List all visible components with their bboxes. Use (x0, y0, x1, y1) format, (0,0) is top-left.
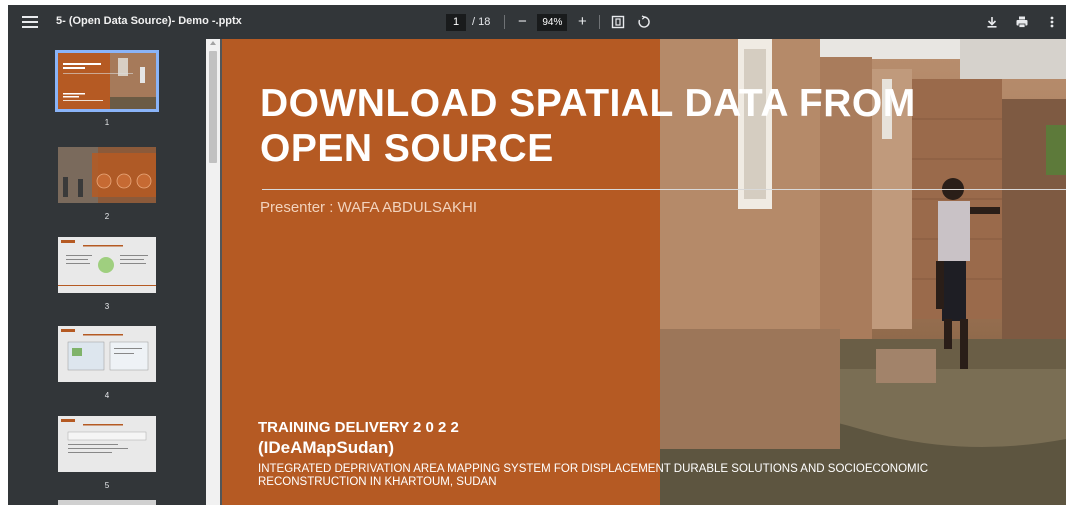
thumbnail-image (58, 416, 156, 472)
sidebar-scrollbar[interactable] (206, 39, 220, 505)
thumbnail-item-1[interactable]: 1 (8, 39, 206, 129)
slide-divider (262, 189, 1066, 190)
scroll-up-arrow-icon[interactable] (210, 41, 216, 45)
divider (504, 15, 506, 29)
thumbnail-label: 5 (104, 481, 110, 490)
hamburger-menu-icon[interactable] (22, 14, 38, 30)
thumbnail-label: 2 (104, 212, 110, 221)
thumbnail-item-2[interactable]: 2 (8, 139, 206, 224)
thumbnail-image (58, 147, 156, 203)
thumbnail-label: 3 (104, 302, 110, 311)
thumbnail-partial (58, 500, 156, 505)
thumbnail-label: 4 (104, 391, 110, 400)
page-total: / 18 (472, 16, 491, 28)
scrollbar-thumb[interactable] (209, 51, 217, 163)
slide-presenter: Presenter : WAFA ABDULSAKHI (260, 199, 478, 216)
thumbnail-image (55, 50, 159, 112)
pdf-viewer: 5- (Open Data Source)- Demo -.pptx / 18 … (8, 5, 1066, 505)
thumbnail-sidebar: 1 2 3 4 5 (8, 39, 206, 505)
slide-page: DOWNLOAD SPATIAL DATA FROM OPEN SOURCE P… (222, 39, 1066, 505)
rotate-icon[interactable] (634, 12, 654, 32)
zoom-in-button[interactable]: + (573, 13, 591, 31)
print-icon[interactable] (1012, 12, 1032, 32)
thumbnail-image (58, 326, 156, 382)
thumbnail-item-5[interactable]: 5 (8, 408, 206, 493)
toolbar-actions (982, 12, 1062, 32)
thumbnail-image (58, 237, 156, 293)
thumbnail-item-3[interactable]: 3 (8, 229, 206, 314)
zoom-out-button[interactable]: − (513, 13, 531, 31)
document-title: 5- (Open Data Source)- Demo -.pptx (56, 15, 242, 27)
download-icon[interactable] (982, 12, 1002, 32)
slide-acronym: (IDeAMapSudan) (258, 438, 394, 457)
slide-description: INTEGRATED DEPRIVATION AREA MAPPING SYST… (258, 463, 929, 488)
divider (599, 15, 601, 29)
fit-to-page-icon[interactable] (608, 12, 628, 32)
thumbnail-item-4[interactable]: 4 (8, 318, 206, 403)
page-zoom-controls: / 18 − + (446, 11, 654, 33)
thumbnail-label: 1 (104, 118, 110, 127)
more-vert-icon[interactable] (1042, 12, 1062, 32)
zoom-input[interactable] (537, 13, 568, 31)
slide-title: DOWNLOAD SPATIAL DATA FROM OPEN SOURCE (260, 82, 916, 170)
slide-training-label: TRAINING DELIVERY 2 0 2 2 (258, 419, 459, 436)
page-number-input[interactable] (446, 13, 466, 31)
toolbar: 5- (Open Data Source)- Demo -.pptx / 18 … (8, 5, 1066, 39)
